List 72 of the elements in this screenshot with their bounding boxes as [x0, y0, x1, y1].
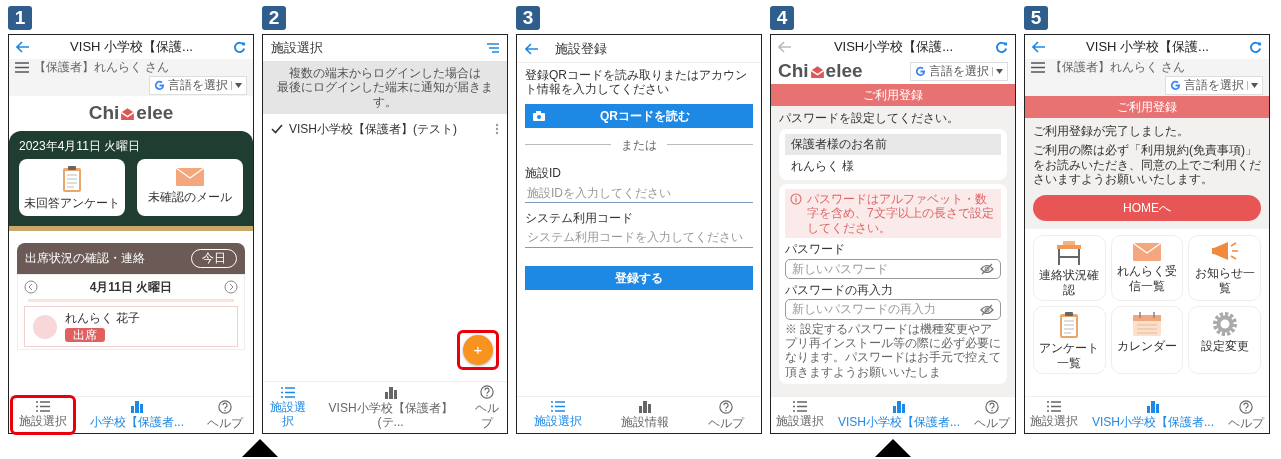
field-label: パスワードの再入力: [785, 282, 894, 298]
password-field[interactable]: 新しいパスワードの再入力: [785, 299, 1001, 320]
input-field[interactable]: 施設IDを入力してください: [525, 183, 753, 203]
warning-notice: パスワードはアルファベット・数字を含め、7文字以上の長さで設定してください。: [785, 188, 1001, 239]
nav-tab[interactable]: VISH小学校【保護者...: [834, 399, 963, 431]
notice-text: 複数の端末からログインした場合は 最後にログインした端末に通知が届きます。: [263, 61, 507, 115]
menu-tile[interactable]: れんらく受信一覧: [1110, 235, 1184, 302]
nav-tab[interactable]: ヘルプ: [704, 398, 747, 431]
instruction-text: パスワードを設定してください。: [779, 110, 960, 126]
screen-title: 施設登録: [555, 40, 607, 57]
field-label: パスワード: [785, 242, 846, 257]
logo-text: elee: [136, 101, 174, 125]
step-number-badge: 4: [770, 6, 794, 30]
step-number-badge: 2: [262, 6, 286, 30]
date-text: 2023年4月11日 火曜日: [19, 138, 142, 153]
step-number-badge: 3: [516, 6, 540, 30]
divider-label: または: [621, 137, 657, 153]
qr-scan-button[interactable]: QRコードを読む: [525, 103, 753, 128]
user-name: 【保護者】れんらく さん: [34, 60, 170, 75]
field-label: 保護者様のお名前: [785, 134, 1001, 155]
step-number-badge: 1: [8, 6, 32, 30]
menu-tile[interactable]: お知らせ一覧: [1188, 235, 1261, 302]
nav-tab[interactable]: 施設選択: [531, 400, 586, 430]
nav-tab[interactable]: ヘルプ: [1224, 398, 1267, 431]
home-button[interactable]: HOMEへ: [1033, 195, 1261, 222]
nav-tab[interactable]: 施設選択: [263, 385, 314, 430]
note-text: ※ 設定するパスワードは機種変更やアプリ再インストール等の際に必ず必要になります。パスワードはお手元で控えて頂きますようお願いいたしま: [785, 321, 1001, 380]
screen-title: 施設選択: [271, 40, 323, 56]
user-name: 【保護者】れんらく さん: [1050, 60, 1186, 75]
nav-tab[interactable]: VISH小学校【保護者】(テ...: [317, 384, 464, 431]
nav-tab[interactable]: ヘルプ: [970, 398, 1013, 431]
logo-text: Chi: [88, 101, 120, 125]
screen-title: VISH 小学校【保護...: [69, 39, 194, 55]
logo-text: Chi: [778, 60, 809, 83]
name-value: れんらく 様: [790, 157, 856, 175]
success-message: ご利用登録が完了しました。: [1033, 123, 1190, 139]
shortcut-card[interactable]: 未確認のメール: [137, 158, 243, 217]
nav-tab[interactable]: 施設情報: [618, 399, 672, 431]
shortcut-card[interactable]: 未回答アンケート: [19, 158, 125, 217]
menu-tile[interactable]: アンケート一覧: [1033, 306, 1106, 374]
description-text: ご利用の際は必ず「利用規約(免責事項)」をお読みいただき、同意の上でご利用くださいますようお願いいたします。: [1033, 143, 1261, 187]
screen-title: VISH小学校【保護...: [832, 39, 955, 55]
field-label: システム利用コード: [525, 210, 634, 226]
password-field[interactable]: 新しいパスワード: [785, 258, 1001, 279]
banner-title: ご利用登録: [863, 87, 923, 102]
step-number-badge: 5: [1024, 6, 1048, 30]
nav-tab[interactable]: 施設選択: [1027, 400, 1081, 430]
nav-tab[interactable]: 施設選択: [773, 400, 827, 430]
nav-tab[interactable]: VISH小学校【保護者...: [1088, 399, 1217, 431]
language-select[interactable]: 言語を選択: [1165, 76, 1263, 95]
menu-tile[interactable]: 設定変更: [1188, 306, 1261, 374]
nav-tab[interactable]: ヘルプ: [204, 398, 247, 431]
date-text: 4月11日 火曜日: [89, 279, 173, 295]
instruction-text: 登録QRコードを読み取りまたはアカウント情報を入力してください: [525, 68, 748, 97]
register-button[interactable]: 登録する: [525, 265, 753, 290]
child-card[interactable]: れんらく 花子 出席: [24, 306, 238, 347]
logo-text: elee: [825, 60, 863, 83]
nav-tab[interactable]: 施設選択: [15, 400, 70, 430]
status-badge: 出席: [65, 327, 105, 342]
language-select[interactable]: 言語を選択: [149, 76, 247, 95]
input-field[interactable]: システム利用コードを入力してください: [525, 228, 753, 248]
menu-tile[interactable]: カレンダー: [1110, 306, 1184, 374]
screen-title: VISH 小学校【保護...: [1085, 39, 1210, 55]
facility-item[interactable]: VISH小学校【保護者】(テスト): [263, 114, 507, 145]
nav-tab[interactable]: 小学校【保護者...: [87, 399, 187, 431]
field-label: 施設ID: [525, 166, 562, 181]
banner-title: ご利用登録: [1117, 99, 1177, 114]
menu-tile[interactable]: 連絡状況確認: [1033, 235, 1106, 302]
child-name: れんらく 花子: [65, 311, 141, 326]
section-title: 出席状況の確認・連絡: [25, 251, 145, 266]
nav-tab[interactable]: ヘルプ: [467, 384, 507, 431]
language-select[interactable]: 言語を選択: [910, 62, 1008, 81]
